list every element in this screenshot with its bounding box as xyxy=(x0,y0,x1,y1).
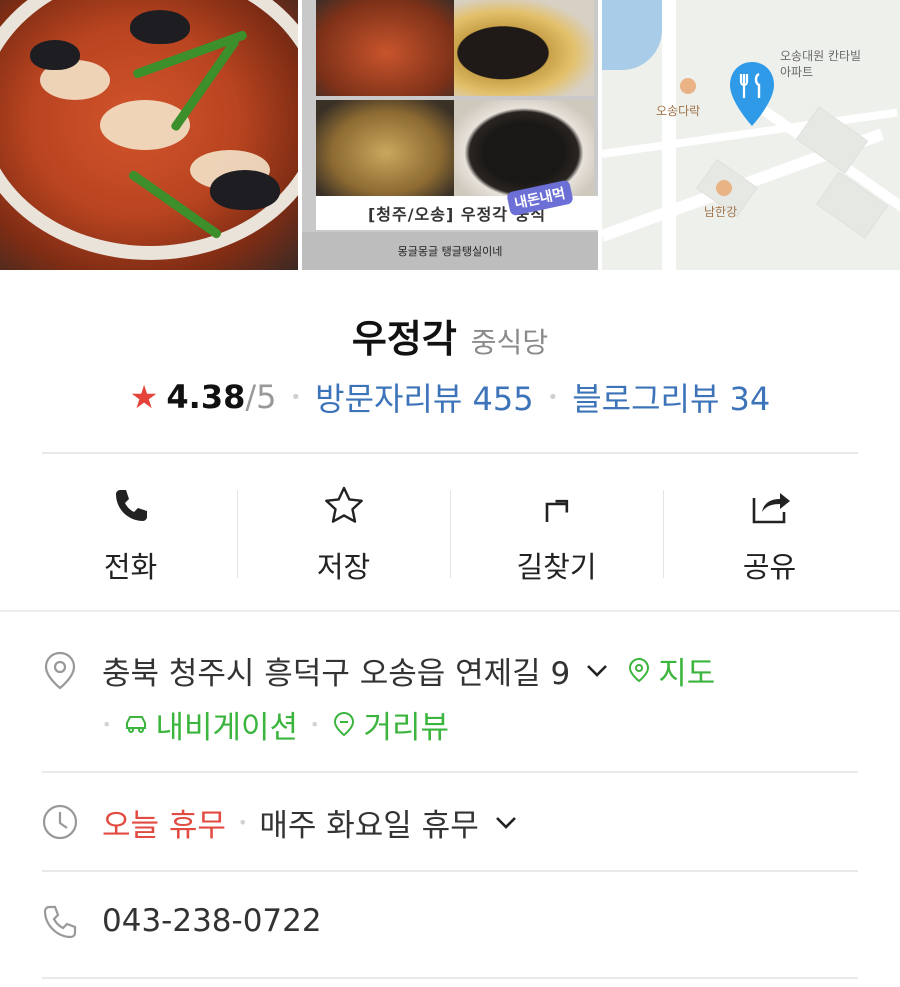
section-divider xyxy=(0,610,900,612)
action-bar: 전화 저장 길찾기 공유 xyxy=(24,470,876,590)
phone-outline-icon xyxy=(43,905,77,939)
chevron-down-icon[interactable] xyxy=(584,657,610,683)
address-text[interactable]: 충북 청주시 흥덕구 오송읍 연제길 9 xyxy=(102,648,570,693)
map-link-label: 지도 xyxy=(658,655,716,692)
place-name: 우정각 xyxy=(351,317,457,361)
hours-row[interactable]: 오늘 휴무 • 매주 화요일 휴무 xyxy=(102,800,519,844)
phone-number[interactable]: 043-238-0722 xyxy=(102,903,322,939)
call-label: 전화 xyxy=(103,550,158,584)
share-label: 공유 xyxy=(742,550,797,584)
food-photo-jjamppong[interactable] xyxy=(0,0,298,270)
collage-jjajangmyeon xyxy=(454,100,594,196)
share-icon xyxy=(752,493,790,524)
map-label-namhangang: 남한강 xyxy=(704,205,738,219)
call-button[interactable]: 전화 xyxy=(24,470,237,590)
collage-fried-rice xyxy=(454,0,594,96)
map-thumbnail[interactable]: 오송대원 칸타빌아파트 오송다락 남한강 xyxy=(602,0,900,270)
save-label: 저장 xyxy=(316,550,371,584)
rating-star-icon: ★ xyxy=(129,378,159,416)
streetview-link[interactable]: 거리뷰 xyxy=(331,702,449,747)
map-link[interactable]: 지도 xyxy=(626,648,715,693)
food-photo-collage[interactable]: [청주/오송] 우정각 중식 내돈내먹 몽글몽글 탱글탱실이네 xyxy=(302,0,598,270)
separator-dot: • xyxy=(310,714,320,734)
map-road xyxy=(662,0,676,270)
directions-icon xyxy=(545,499,568,522)
visitor-reviews-link[interactable]: 방문자리뷰 455 xyxy=(315,374,533,420)
divider xyxy=(42,771,858,773)
separator-dot: • xyxy=(290,386,302,408)
map-label-osongdarak: 오송다락 xyxy=(656,104,701,118)
photo-strip[interactable]: [청주/오송] 우정각 중식 내돈내먹 몽글몽글 탱글탱실이네 오송대원 칸타빌… xyxy=(0,0,900,270)
share-button[interactable]: 공유 xyxy=(663,470,876,590)
hours-status: 오늘 휴무 xyxy=(102,807,226,844)
divider xyxy=(42,977,858,979)
restaurant-poi-icon xyxy=(680,78,696,94)
phone-row[interactable]: 043-238-0722 xyxy=(102,899,322,943)
rating-row: ★ 4.38/5 • 방문자리뷰 455 • 블로그리뷰 34 xyxy=(0,374,900,420)
collage-footer: 몽글몽글 탱글탱실이네 xyxy=(302,232,598,270)
collage-jjamppong xyxy=(316,0,456,96)
streetview-link-label: 거리뷰 xyxy=(363,709,450,746)
streetview-icon xyxy=(334,711,355,737)
clock-icon xyxy=(42,804,78,840)
divider xyxy=(42,870,858,872)
collage-noodles xyxy=(316,100,456,196)
separator-dot: • xyxy=(237,812,248,832)
map-pin-icon xyxy=(730,62,774,126)
rating-max: /5 xyxy=(245,378,277,416)
directions-button[interactable]: 길찾기 xyxy=(450,470,663,590)
place-title: 우정각 중식당 xyxy=(0,308,900,363)
navigation-link-label: 내비게이션 xyxy=(155,709,299,746)
mussel xyxy=(210,170,280,210)
navigation-link[interactable]: 내비게이션 xyxy=(123,702,298,747)
map-water xyxy=(602,0,662,70)
blog-reviews-link[interactable]: 블로그리뷰 34 xyxy=(572,374,770,420)
map-block xyxy=(815,171,889,239)
address-links-row: • 내비게이션 • 거리뷰 xyxy=(102,702,449,746)
chevron-down-icon[interactable] xyxy=(493,809,519,835)
phone-icon xyxy=(115,490,147,521)
map-pin-outline-icon xyxy=(629,657,650,683)
restaurant-poi-icon xyxy=(716,180,732,196)
place-category: 중식당 xyxy=(470,326,549,359)
car-icon xyxy=(126,716,147,733)
rating-score: 4.38 xyxy=(166,378,246,416)
map-label-apartment: 오송대원 칸타빌아파트 xyxy=(780,49,862,79)
separator-dot: • xyxy=(102,714,112,734)
directions-label: 길찾기 xyxy=(516,550,597,584)
hours-detail: 매주 화요일 휴무 xyxy=(259,807,479,844)
mussel xyxy=(30,40,80,70)
save-button[interactable]: 저장 xyxy=(237,470,450,590)
address-row: 충북 청주시 흥덕구 오송읍 연제길 9 지도 xyxy=(102,648,715,692)
location-pin-icon xyxy=(44,651,76,690)
divider xyxy=(42,452,858,454)
mussel xyxy=(130,10,190,44)
separator-dot: • xyxy=(547,386,559,408)
star-outline-icon xyxy=(324,486,363,523)
